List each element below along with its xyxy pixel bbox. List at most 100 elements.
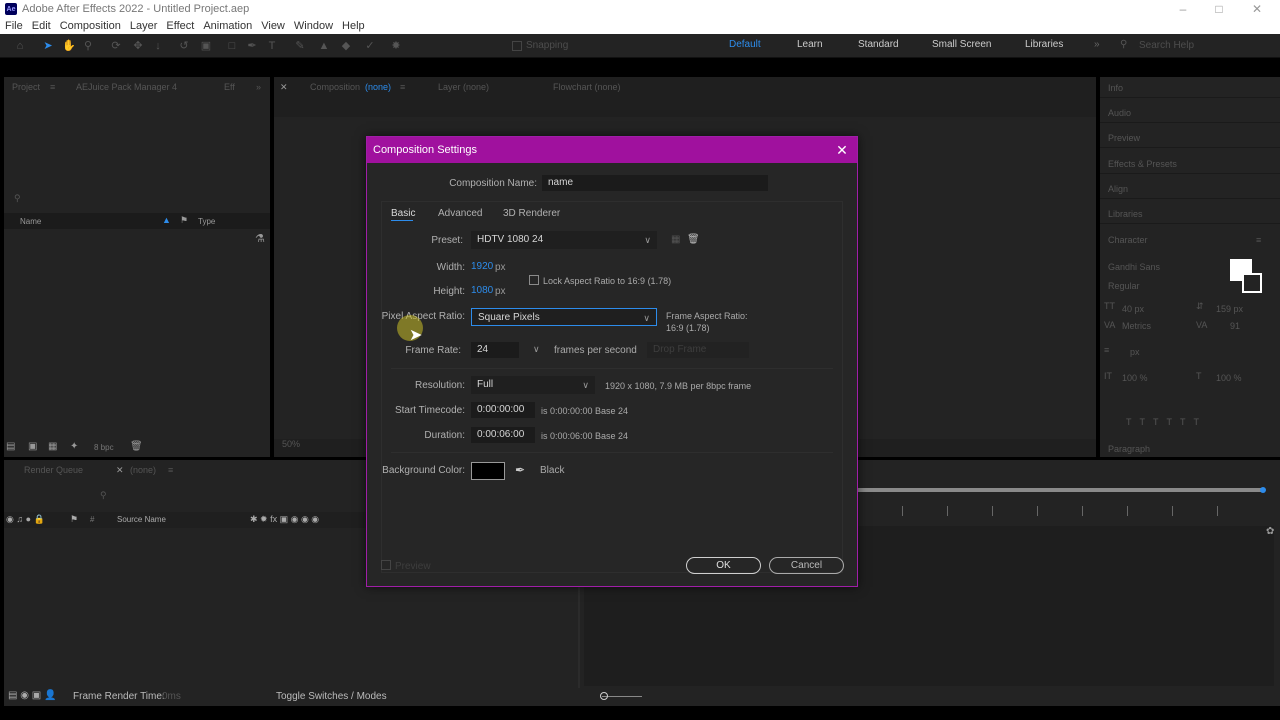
tab-flowchart[interactable]: Flowchart (none) [553, 82, 621, 92]
tracking[interactable]: 91 [1230, 321, 1240, 331]
tab-aejuice[interactable]: AEJuice Pack Manager 4 [76, 82, 177, 92]
workspace-small-screen[interactable]: Small Screen [932, 39, 991, 50]
stroke-color-swatch[interactable] [1242, 273, 1262, 293]
zoom-slider[interactable] [602, 696, 642, 697]
workspace-overflow-icon[interactable]: » [1094, 39, 1100, 50]
minimize-icon[interactable]: – [1168, 0, 1198, 18]
anchor-tool-icon[interactable]: ▣ [200, 40, 212, 52]
menu-layer[interactable]: Layer [130, 20, 158, 32]
project-search-icon[interactable]: ⚲ [14, 193, 21, 204]
close-tab-icon[interactable]: ✕ [280, 82, 288, 93]
eraser-tool-icon[interactable]: ◆ [340, 40, 352, 52]
snapping-checkbox[interactable] [512, 41, 522, 51]
menu-composition[interactable]: Composition [60, 20, 121, 32]
panel-libraries[interactable]: Libraries [1108, 209, 1143, 219]
toggle-switches-modes[interactable]: Toggle Switches / Modes [276, 691, 387, 702]
menu-help[interactable]: Help [342, 20, 365, 32]
search-help-input[interactable]: Search Help [1139, 40, 1194, 51]
hand-tool-icon[interactable]: ✋ [62, 40, 76, 52]
zoom-tool-icon[interactable]: ⚲ [82, 40, 94, 52]
cancel-button[interactable]: Cancel [769, 557, 844, 574]
menu-effect[interactable]: Effect [166, 20, 194, 32]
tab-composition[interactable]: Composition [310, 82, 360, 92]
col-type[interactable]: Type [198, 217, 215, 226]
tab-none[interactable]: (none) [130, 465, 156, 475]
tab-basic[interactable]: Basic [391, 208, 415, 219]
font-size[interactable]: 40 px [1122, 304, 1144, 314]
ok-button[interactable]: OK [686, 557, 761, 574]
av-switches-icon[interactable]: ◉ ♫ ● 🔒 [6, 514, 45, 525]
timeline-search-icon[interactable]: ⚲ [100, 490, 107, 501]
font-family[interactable]: Gandhi Sans [1108, 262, 1160, 272]
font-style[interactable]: Regular [1108, 281, 1140, 291]
sort-ascending-icon[interactable]: ▲ [162, 215, 171, 225]
leading[interactable]: 159 px [1216, 304, 1243, 314]
brush-tool-icon[interactable]: ✎ [294, 40, 306, 52]
horizontal-scale[interactable]: 100 % [1216, 373, 1242, 383]
tab-render-queue[interactable]: Render Queue [24, 465, 83, 475]
faux-style-icons[interactable]: TTTTTT [1126, 417, 1207, 427]
panel-overflow-icon[interactable]: » [256, 82, 261, 92]
delete-preset-icon[interactable]: 🗑 [687, 234, 700, 245]
panel-info[interactable]: Info [1108, 83, 1123, 93]
label-tag-icon[interactable]: ⚑ [180, 215, 188, 226]
home-icon[interactable]: ⌂ [14, 40, 26, 52]
panel-effects-presets[interactable]: Effects & Presets [1108, 159, 1177, 169]
bpc-label[interactable]: 8 bpc [94, 443, 114, 452]
clone-stamp-icon[interactable]: ▲ [318, 40, 330, 52]
footer-toggle-icons[interactable]: ▤ ◉ ▣ 👤 [8, 690, 56, 701]
tab-3d-renderer[interactable]: 3D Renderer [503, 208, 560, 219]
zoom-level[interactable]: 50% [282, 439, 300, 449]
rotate-tool-icon[interactable]: ↺ [178, 40, 190, 52]
stroke-unit[interactable]: px [1130, 347, 1140, 357]
menu-edit[interactable]: Edit [32, 20, 51, 32]
frame-rate-input[interactable]: 24 [471, 342, 519, 358]
par-dropdown[interactable]: Square Pixels ∨ [471, 308, 657, 326]
maximize-icon[interactable]: □ [1204, 0, 1234, 18]
selection-tool-icon[interactable]: ➤ [42, 40, 54, 52]
tab-project[interactable]: Project [12, 82, 40, 92]
zoom-slider-handle[interactable] [600, 692, 608, 700]
panel-audio[interactable]: Audio [1108, 108, 1131, 118]
panel-character[interactable]: Character [1108, 235, 1148, 245]
character-menu-icon[interactable]: ≡ [1256, 235, 1261, 245]
menu-animation[interactable]: Animation [203, 20, 252, 32]
orbit-tool-icon[interactable]: ⟳ [110, 40, 122, 52]
time-ruler[interactable] [858, 506, 1262, 516]
workspace-standard[interactable]: Standard [858, 39, 899, 50]
pan-tool-icon[interactable]: ✥ [132, 40, 144, 52]
adjust-settings-icon[interactable]: ✦ [70, 441, 78, 452]
playhead-icon[interactable]: ✿ [1266, 526, 1274, 537]
frame-rate-chevron-icon[interactable]: ∨ [533, 344, 540, 355]
comp-name-input[interactable]: name [542, 175, 768, 191]
timeline-menu-icon[interactable]: ≡ [168, 465, 173, 475]
col-source-name[interactable]: Source Name [117, 515, 166, 524]
menu-window[interactable]: Window [294, 20, 333, 32]
background-color-swatch[interactable] [471, 462, 505, 480]
dialog-close-icon[interactable]: ✕ [835, 143, 849, 157]
start-timecode-input[interactable]: 0:00:00:00 [471, 402, 535, 418]
flowchart-icon[interactable]: ⚗ [255, 232, 265, 245]
roto-brush-icon[interactable]: ✓ [364, 40, 376, 52]
label-column-icon[interactable]: ⚑ [70, 514, 78, 525]
col-name[interactable]: Name [20, 217, 41, 226]
work-area-bar[interactable] [858, 488, 1262, 492]
new-composition-icon[interactable]: ▦ [48, 441, 57, 452]
new-folder-icon[interactable]: ▣ [28, 441, 37, 452]
close-window-icon[interactable]: ✕ [1242, 0, 1272, 18]
timeline-close-icon[interactable]: ✕ [116, 465, 124, 476]
shape-tool-icon[interactable]: □ [226, 40, 238, 52]
work-area-end-handle[interactable] [1260, 487, 1266, 493]
lock-aspect-checkbox[interactable] [529, 275, 539, 285]
kerning[interactable]: Metrics [1122, 321, 1151, 331]
pen-tool-icon[interactable]: ✒ [246, 40, 258, 52]
tab-effects[interactable]: Eff [224, 82, 235, 92]
menu-file[interactable]: File [5, 20, 23, 32]
switches-icons[interactable]: ✱ ✹ fx ▣ ◉ ◉ ◉ [250, 514, 319, 525]
puppet-tool-icon[interactable]: ✸ [390, 40, 402, 52]
interpret-footage-icon[interactable]: ▤ [6, 441, 15, 452]
preview-checkbox[interactable] [381, 560, 391, 570]
number-column[interactable]: # [90, 515, 94, 524]
type-tool-icon[interactable]: T [266, 40, 278, 52]
panel-align[interactable]: Align [1108, 184, 1128, 194]
